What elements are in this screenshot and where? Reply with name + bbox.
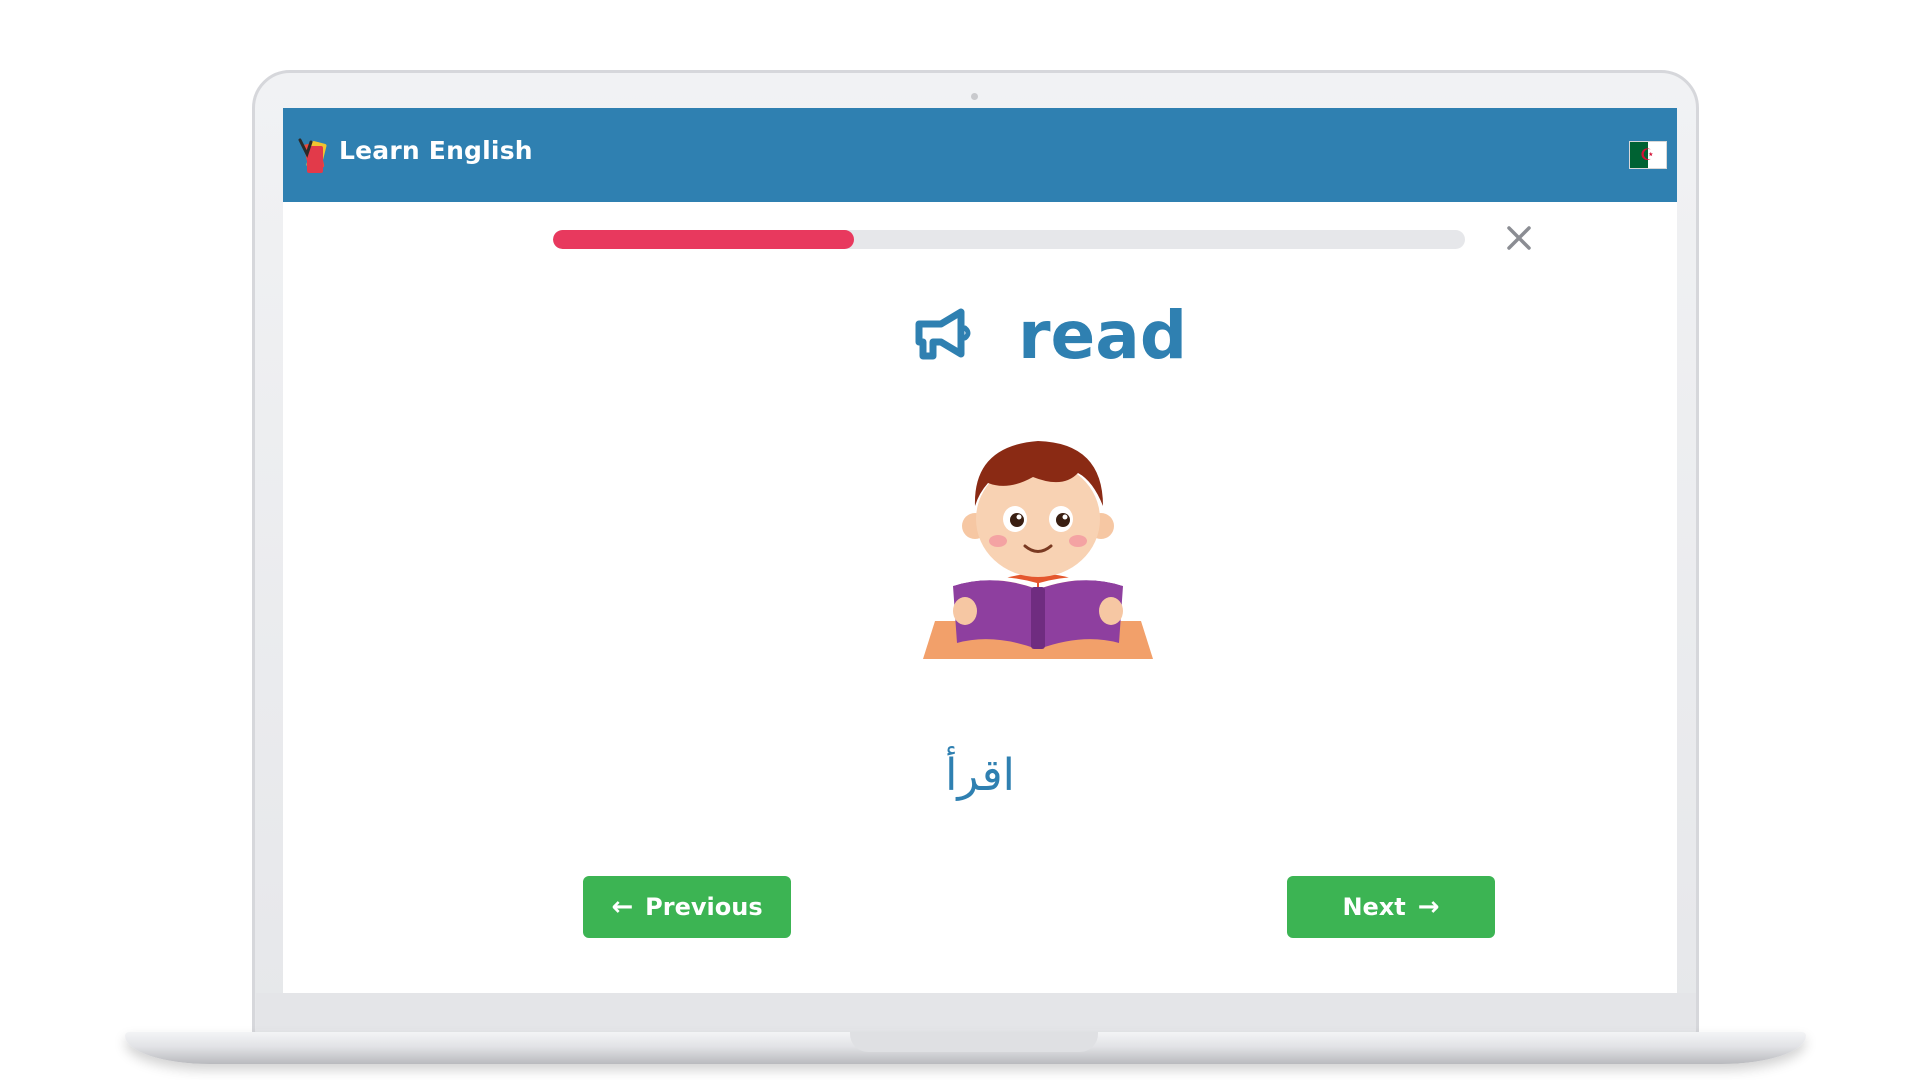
app-header: Learn English ☪ — [283, 108, 1677, 202]
boy-reading-book-illustration — [923, 441, 1153, 659]
webcam-icon — [971, 93, 978, 100]
previous-button-label: Previous — [645, 893, 763, 921]
megaphone-icon[interactable] — [911, 304, 973, 364]
arabic-translation: اقرأ — [945, 750, 1015, 801]
app-screen: Learn English ☪ read اقرأ ← Previous Nex… — [283, 108, 1677, 993]
laptop-notch — [850, 1032, 1098, 1052]
next-button-label: Next — [1342, 893, 1406, 921]
english-word: read — [1018, 297, 1188, 374]
arrow-left-icon: ← — [611, 892, 634, 922]
laptop-mockup: Learn English ☪ read اقرأ ← Previous Nex… — [0, 0, 1920, 1080]
laptop-bezel — [256, 993, 1696, 1029]
algeria-flag-icon[interactable]: ☪ — [1629, 141, 1667, 169]
app-logo-icon[interactable] — [297, 136, 329, 174]
next-button[interactable]: Next → — [1287, 876, 1495, 938]
previous-button[interactable]: ← Previous — [583, 876, 791, 938]
arrow-right-icon: → — [1417, 892, 1440, 922]
lesson-progress-bar — [553, 230, 1465, 249]
app-title: Learn English — [339, 136, 533, 165]
close-icon[interactable] — [1501, 220, 1537, 256]
lesson-progress-fill — [553, 230, 854, 249]
